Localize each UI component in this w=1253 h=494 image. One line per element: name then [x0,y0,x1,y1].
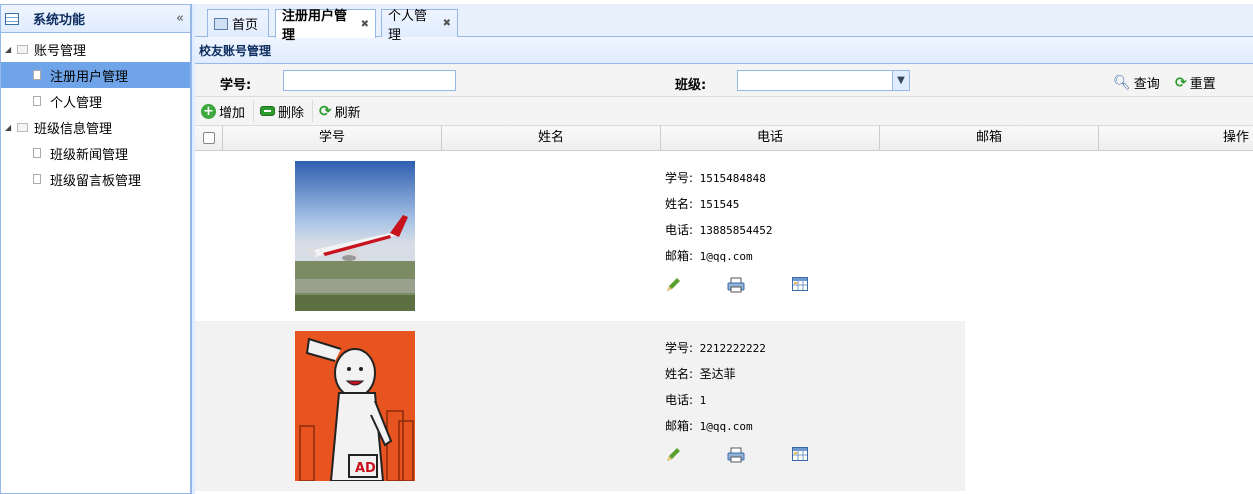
document-icon [33,148,41,158]
add-button[interactable]: + 增加 [201,100,255,122]
email-value: 1@qq.com [699,250,753,263]
tree-item-label: 班级新闻管理 [50,147,129,163]
cartoon-figure-photo: AD [295,331,415,481]
sidebar: 系统功能 « ◢ 账号管理 注册用户管理 个人管理 ◢ 班级信息管理 班级新闻管… [0,4,191,494]
document-icon [33,96,41,106]
id-label: 学号: [665,171,694,185]
tree-item-label: 注册用户管理 [50,69,129,85]
class-select[interactable]: ▼ [737,70,910,91]
query-button[interactable]: 🔍︎ 查询 [1113,73,1160,93]
id-value: 2212222222 [699,342,766,355]
printer-icon[interactable] [727,277,745,293]
nav-tree: ◢ 账号管理 注册用户管理 个人管理 ◢ 班级信息管理 班级新闻管理 班级留言板… [1,33,190,192]
delete-button[interactable]: 删除 [260,100,314,122]
phone-value: 1 [699,394,707,407]
search-icon: 🔍︎ [1113,74,1131,91]
document-icon [33,70,41,80]
tree-item-label: 班级留言板管理 [50,173,142,189]
sidebar-title: 系统功能 [33,13,86,28]
grid-header: 学号 姓名 电话 邮箱 操作 [195,126,1253,151]
refresh-icon: ⟳ [1175,74,1187,91]
refresh-icon: ⟳ [319,102,332,120]
email-label: 邮箱: [665,249,694,263]
tree-item-personal[interactable]: 个人管理 [1,88,190,114]
phone-label: 电话: [665,223,694,237]
close-icon[interactable]: ✖ [443,18,451,29]
column-header-student-id[interactable]: 学号 [223,126,442,150]
tab-label: 个人管理 [388,8,428,43]
column-header-phone[interactable]: 电话 [661,126,880,150]
document-icon [33,174,41,184]
svg-text:AD: AD [355,461,376,476]
tree-item-class-board[interactable]: 班级留言板管理 [1,166,190,192]
select-all-checkbox[interactable] [202,131,215,144]
tree-node-label: 账号管理 [34,43,87,59]
refresh-button[interactable]: ⟳ 刷新 [319,100,369,122]
name-label: 姓名: [665,367,694,381]
delete-label: 删除 [278,105,305,121]
search-bar: 学号: 班级: ▼ 🔍︎ 查询 ⟳ 重置 [195,64,1253,97]
student-id-input[interactable] [283,70,456,91]
reset-button[interactable]: ⟳ 重置 [1175,73,1216,93]
column-header-actions[interactable]: 操作 [1099,126,1253,150]
pencil-icon[interactable] [665,277,681,293]
column-header-email[interactable]: 邮箱 [880,126,1099,150]
add-label: 增加 [219,105,246,121]
expand-arrow-icon[interactable]: ◢ [5,123,15,132]
column-header-name[interactable]: 姓名 [442,126,661,150]
tab-bar: 首页 注册用户管理 ✖ 个人管理 ✖ [195,4,1253,43]
tab-label: 注册用户管理 [282,9,348,43]
plus-icon: + [201,103,216,119]
minus-icon [260,106,276,116]
tab-home[interactable]: 首页 [207,9,269,37]
collapse-icon[interactable]: « [176,11,184,26]
tab-personal[interactable]: 个人管理 ✖ [381,9,458,43]
email-label: 邮箱: [665,419,694,433]
tree-node-label: 班级信息管理 [34,121,113,137]
table-icon[interactable] [792,447,808,462]
toolbar: + 增加 删除 ⟳ 刷新 [195,97,1253,126]
app-root: 系统功能 « ◢ 账号管理 注册用户管理 个人管理 ◢ 班级信息管理 班级新闻管… [0,0,1253,494]
pencil-icon[interactable] [665,447,681,463]
tree-item-class-news[interactable]: 班级新闻管理 [1,140,190,166]
id-value: 1515484848 [699,172,766,185]
folder-icon [17,122,28,132]
student-id-label: 学号: [220,78,252,93]
record-info: 学号: 1515484848 姓名: 151545 电话: 1388585445… [665,169,773,273]
tab-label: 首页 [232,18,259,33]
record-card: AD 学号: 2212222222 姓名: 圣达菲 电话: 1 邮箱: 1@qq… [195,321,965,491]
record-card: 学号: 1515484848 姓名: 151545 电话: 1388585445… [195,151,965,321]
tree-node-account[interactable]: ◢ 账号管理 [1,36,190,62]
tree-item-register-users[interactable]: 注册用户管理 [1,62,190,88]
phone-value: 13885854452 [699,224,773,237]
name-value: 151545 [699,198,740,211]
tree-item-label: 个人管理 [50,95,103,111]
record-info: 学号: 2212222222 姓名: 圣达菲 电话: 1 邮箱: 1@qq.co… [665,339,766,443]
phone-label: 电话: [665,393,694,407]
sidebar-header: 系统功能 « [1,5,190,33]
table-icon[interactable] [792,277,808,292]
class-label: 班级: [675,78,707,93]
name-value: 圣达菲 [699,367,736,381]
expand-arrow-icon[interactable]: ◢ [5,45,15,54]
email-value: 1@qq.com [699,420,753,433]
refresh-label: 刷新 [334,105,361,121]
folder-icon [17,44,28,54]
id-label: 学号: [665,341,694,355]
window-icon [5,12,19,25]
close-icon[interactable]: ✖ [361,19,369,30]
query-label: 查询 [1133,77,1160,92]
name-label: 姓名: [665,197,694,211]
chevron-down-icon[interactable]: ▼ [892,71,909,90]
tab-register-users[interactable]: 注册用户管理 ✖ [275,9,376,43]
reset-label: 重置 [1189,77,1216,92]
home-icon [214,17,228,30]
main-panel: 首页 注册用户管理 ✖ 个人管理 ✖ 校友账号管理 学号: 班级: ▼ 🔍︎ 查… [195,4,1253,494]
select-all-cell [195,126,223,150]
printer-icon[interactable] [727,447,745,463]
tree-node-class-info[interactable]: ◢ 班级信息管理 [1,114,190,140]
airplane-photo [295,161,415,311]
